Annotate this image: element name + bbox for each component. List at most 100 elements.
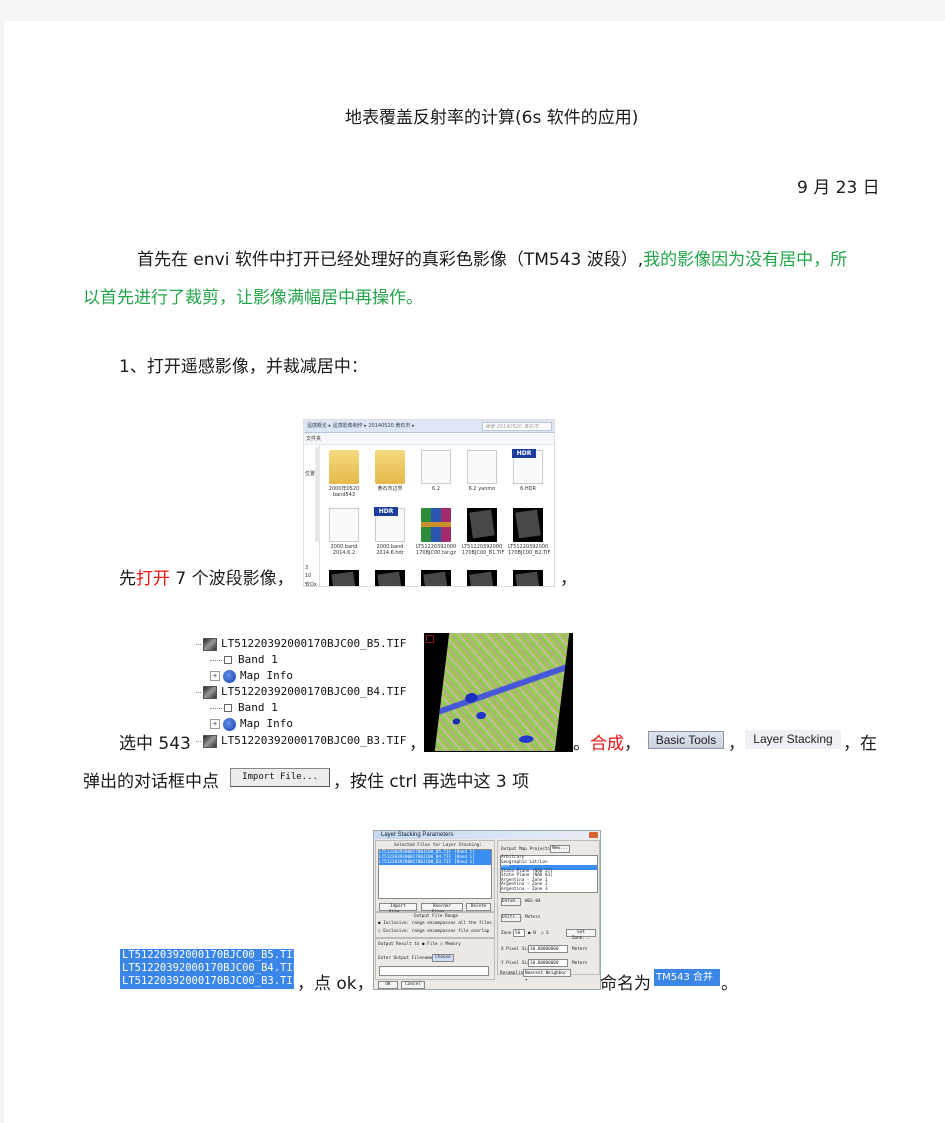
import-file-button[interactable]: Import File... (379, 903, 417, 915)
explorer-file-item[interactable]: LT51220392000 170BJC00.tar.gz (416, 508, 456, 556)
filename-label: Enter Output Filename (378, 956, 433, 961)
explorer-file-item[interactable]: 6.HDR (508, 449, 548, 492)
band-icon (224, 656, 232, 664)
y-pixel-input[interactable]: 30.00000000 (528, 959, 568, 967)
tree-item-label: Map Info (240, 669, 293, 682)
import-file-button[interactable]: Import File... (230, 768, 330, 787)
explorer-nav-item: 软Ox (305, 582, 317, 587)
explorer-file-item[interactable]: 2000年0520 band543 (324, 450, 364, 498)
document-title: 地表覆盖反射率的计算(6s 软件的应用) (345, 108, 639, 128)
hdr-file-icon (512, 449, 543, 484)
file-name: 黄石市边界 (377, 486, 403, 492)
tree-item-file[interactable]: LT51220392000170BJC00_B3.TIF (196, 733, 406, 749)
resampling-label: Resampling (500, 971, 526, 976)
explorer-file-item[interactable]: 6.2 yanmo (462, 450, 502, 492)
explorer-breadcrumb: 遥感概论 ▸ 遥感影像制作 ▸ 20140520 黄石市 ▸ (307, 423, 415, 429)
units-button[interactable]: Units... (501, 914, 523, 922)
file-name: 6.2 yanmo (468, 486, 496, 492)
expand-plus-icon[interactable]: + (210, 671, 220, 681)
output-filename-input[interactable] (379, 966, 489, 976)
x-pixel-input[interactable]: 30.00000000 (528, 945, 568, 953)
explorer-file-item[interactable]: 2000.band 2014.6.hdr (370, 507, 410, 556)
text: 弹出的对话框中点 (83, 772, 219, 792)
tree-item-file[interactable]: LT51220392000170BJC00_B4.TIF (196, 684, 406, 700)
basic-tools-button[interactable]: Basic Tools (648, 731, 724, 749)
image-thumbnail (513, 570, 543, 586)
new-projection-button[interactable]: New... (550, 845, 570, 853)
corner-marker (426, 635, 434, 643)
explorer-file-item[interactable]: LT51220392000 170BJC00_B1.TIF (462, 508, 505, 556)
zone-label: Zone (501, 931, 512, 936)
explorer-file-item[interactable]: 6.2 (416, 450, 456, 492)
layer-stacking-button[interactable]: Layer Stacking (745, 730, 841, 749)
selected-filename: LT51220392000170BJC00_B3.TIF (122, 975, 294, 987)
tree-item-band[interactable]: Band 1 (210, 700, 278, 716)
explorer-nav-label: 位置 (305, 471, 316, 477)
text: ，点 ok， (297, 974, 374, 994)
highlight-red: 打开 (136, 569, 170, 589)
image-thumbnail (329, 570, 359, 586)
selected-files-label: Selected Files for Layer Stacking: (394, 843, 482, 848)
explorer-file-item[interactable]: 黄石市边界 (370, 450, 410, 492)
tree-item-label: LT51220392000170BJC00_B3.TIF (221, 734, 407, 747)
resampling-select[interactable]: Nearest Neighbor ▾ (523, 969, 571, 983)
intro-text: 首先在 envi 软件中打开已经处理好的真彩色影像（TM543 波段）, (137, 250, 644, 270)
explorer-file-item[interactable]: 2000.band 2014.6.2 (324, 508, 364, 556)
file-name: LT51220392000 170BJC00_B2.TIF (508, 544, 551, 556)
choose-button[interactable]: Choose (432, 954, 454, 962)
y-pixel-units: Meters (572, 961, 588, 966)
text: 7 个波段影像， (170, 569, 294, 589)
close-icon[interactable] (589, 832, 598, 838)
image-thumbnail (375, 570, 405, 586)
select-line-tail: 。合成， (573, 733, 641, 755)
ok-button[interactable]: OK (378, 981, 398, 989)
radio-exclusive[interactable]: ○ Exclusive: range encompasses file over… (378, 929, 489, 934)
radio-file[interactable]: File (427, 942, 437, 947)
expand-plus-icon[interactable]: + (210, 719, 220, 729)
tree-item-band[interactable]: Band 1 (210, 652, 278, 668)
comma: ， (560, 569, 577, 589)
land-cover-area (434, 633, 570, 751)
raster-file-icon (203, 685, 217, 699)
list-item[interactable]: LT51220392000170BJC00_B3.TIF [Band 1] (379, 860, 491, 865)
list-item[interactable]: Argentina - Zone 3 (501, 887, 597, 893)
tree-item-file[interactable]: LT51220392000170BJC00_B5.TIF (196, 636, 406, 652)
explorer-scrollbar[interactable] (315, 447, 320, 542)
image-thumbnail (421, 570, 451, 586)
output-range-panel: Output File Range ● Inclusive: range enc… (375, 912, 495, 938)
globe-icon (223, 669, 236, 683)
open-bands-line: 先打开 7 个波段影像， (119, 568, 294, 590)
radio-s[interactable]: S (546, 931, 549, 936)
datum-value: WGS-84 (525, 899, 541, 904)
file-name: LT51220392000 170BJC00_B1.TIF (462, 544, 505, 556)
selected-filename: LT51220392000170BJC00_B4.TIF (122, 962, 294, 974)
tree-item-mapinfo[interactable]: + Map Info (210, 716, 293, 732)
tree-item-label: Map Info (240, 717, 293, 730)
folder-icon (329, 450, 359, 484)
zone-radio[interactable]: ● N ○ S (528, 931, 549, 936)
delete-button[interactable]: Delete (466, 903, 491, 911)
projection-label: Output Map Projection (501, 847, 556, 852)
comma: ， (624, 734, 641, 754)
intro-paragraph-line2: 以首先进行了裁剪，让影像满幅居中再操作。 (83, 288, 423, 308)
tree-item-mapinfo[interactable]: + Map Info (210, 668, 293, 684)
reorder-files-button[interactable]: Reorder Files... (421, 903, 463, 915)
text: 先 (119, 569, 136, 589)
tree-connector (210, 707, 222, 709)
radio-memory[interactable]: Memory (445, 942, 461, 947)
radio-label: Exclusive: range encompasses file overla… (383, 929, 490, 934)
explorer-nav-item: 3 (305, 565, 309, 571)
raster-file-icon (203, 734, 217, 748)
radio-n[interactable]: N (533, 931, 536, 936)
globe-icon (223, 717, 236, 731)
radio-inclusive[interactable]: ● Inclusive: range encompasses all the f… (378, 921, 492, 926)
projection-list[interactable]: Arbitrary Geographic Lat/Lon UTM State P… (500, 855, 598, 893)
explorer-file-item[interactable]: LT51220392000 170BJC00_B2.TIF (508, 508, 551, 556)
dialog-title: Layer Stacking Parameters (374, 831, 600, 839)
datum-button[interactable]: Datum... (501, 898, 523, 906)
comma: ， (409, 734, 426, 754)
selected-files-list[interactable]: LT51220392000170BJC00_B5.TIF [Band 1] LT… (378, 849, 492, 899)
zone-input[interactable]: 50 (513, 929, 525, 937)
cancel-button[interactable]: Cancel (401, 981, 425, 989)
set-zone-button[interactable]: Set Zone... (566, 929, 596, 941)
